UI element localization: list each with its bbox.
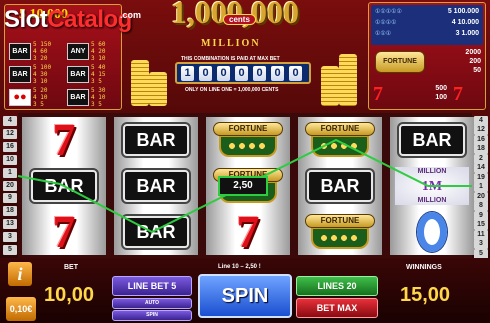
bet-max-button[interactable]: BET MAX (296, 298, 378, 318)
payline-number[interactable]: 4 (3, 116, 17, 126)
payline-number[interactable]: 5 (3, 245, 17, 256)
auto-spin-button[interactable]: SPIN (112, 310, 192, 321)
payline-number[interactable]: 1 (474, 182, 488, 193)
payline-number[interactable]: 12 (3, 128, 17, 139)
info-button[interactable]: i (8, 262, 32, 286)
payline-number[interactable]: 10 (3, 154, 17, 165)
payline-number[interactable]: 8 (474, 201, 488, 212)
coin-value-button[interactable]: 0,10€ (6, 297, 36, 321)
payline-number[interactable]: 13 (3, 219, 17, 230)
payline-number[interactable]: 16 (3, 141, 17, 152)
payline-number[interactable]: 3 (474, 239, 488, 250)
payline-number[interactable]: 20 (3, 180, 17, 191)
payline-number[interactable]: 14 (474, 163, 488, 174)
bet-label: BET (64, 264, 78, 271)
lines-button[interactable]: LINES 20 (296, 276, 378, 296)
line-win-message: Line 10 – 2,50 ! (218, 264, 261, 270)
payline-number[interactable]: 3 (3, 232, 17, 243)
payline-number[interactable]: 1 (3, 167, 17, 178)
spin-button[interactable]: SPIN (198, 274, 292, 318)
winnings-value: 15,00 (400, 284, 451, 306)
payline-number[interactable]: 18 (474, 144, 488, 155)
line-bet-button[interactable]: LINE BET 5 (112, 276, 192, 296)
payline-number[interactable]: 12 (474, 125, 488, 136)
payline-number[interactable]: 15 (474, 220, 488, 231)
bet-value: 10,00 (44, 284, 95, 306)
auto-button[interactable]: AUTO (112, 298, 192, 309)
winnings-label: WINNINGS (406, 264, 442, 271)
line-win-amount: 2,50 (218, 176, 268, 196)
slot-game: 5 10,000 BAR 5 150 4 60 3 20 ANY 5 60 4 … (0, 0, 490, 323)
payline-number[interactable]: 9 (3, 193, 17, 204)
payline-number[interactable]: 18 (3, 206, 17, 217)
